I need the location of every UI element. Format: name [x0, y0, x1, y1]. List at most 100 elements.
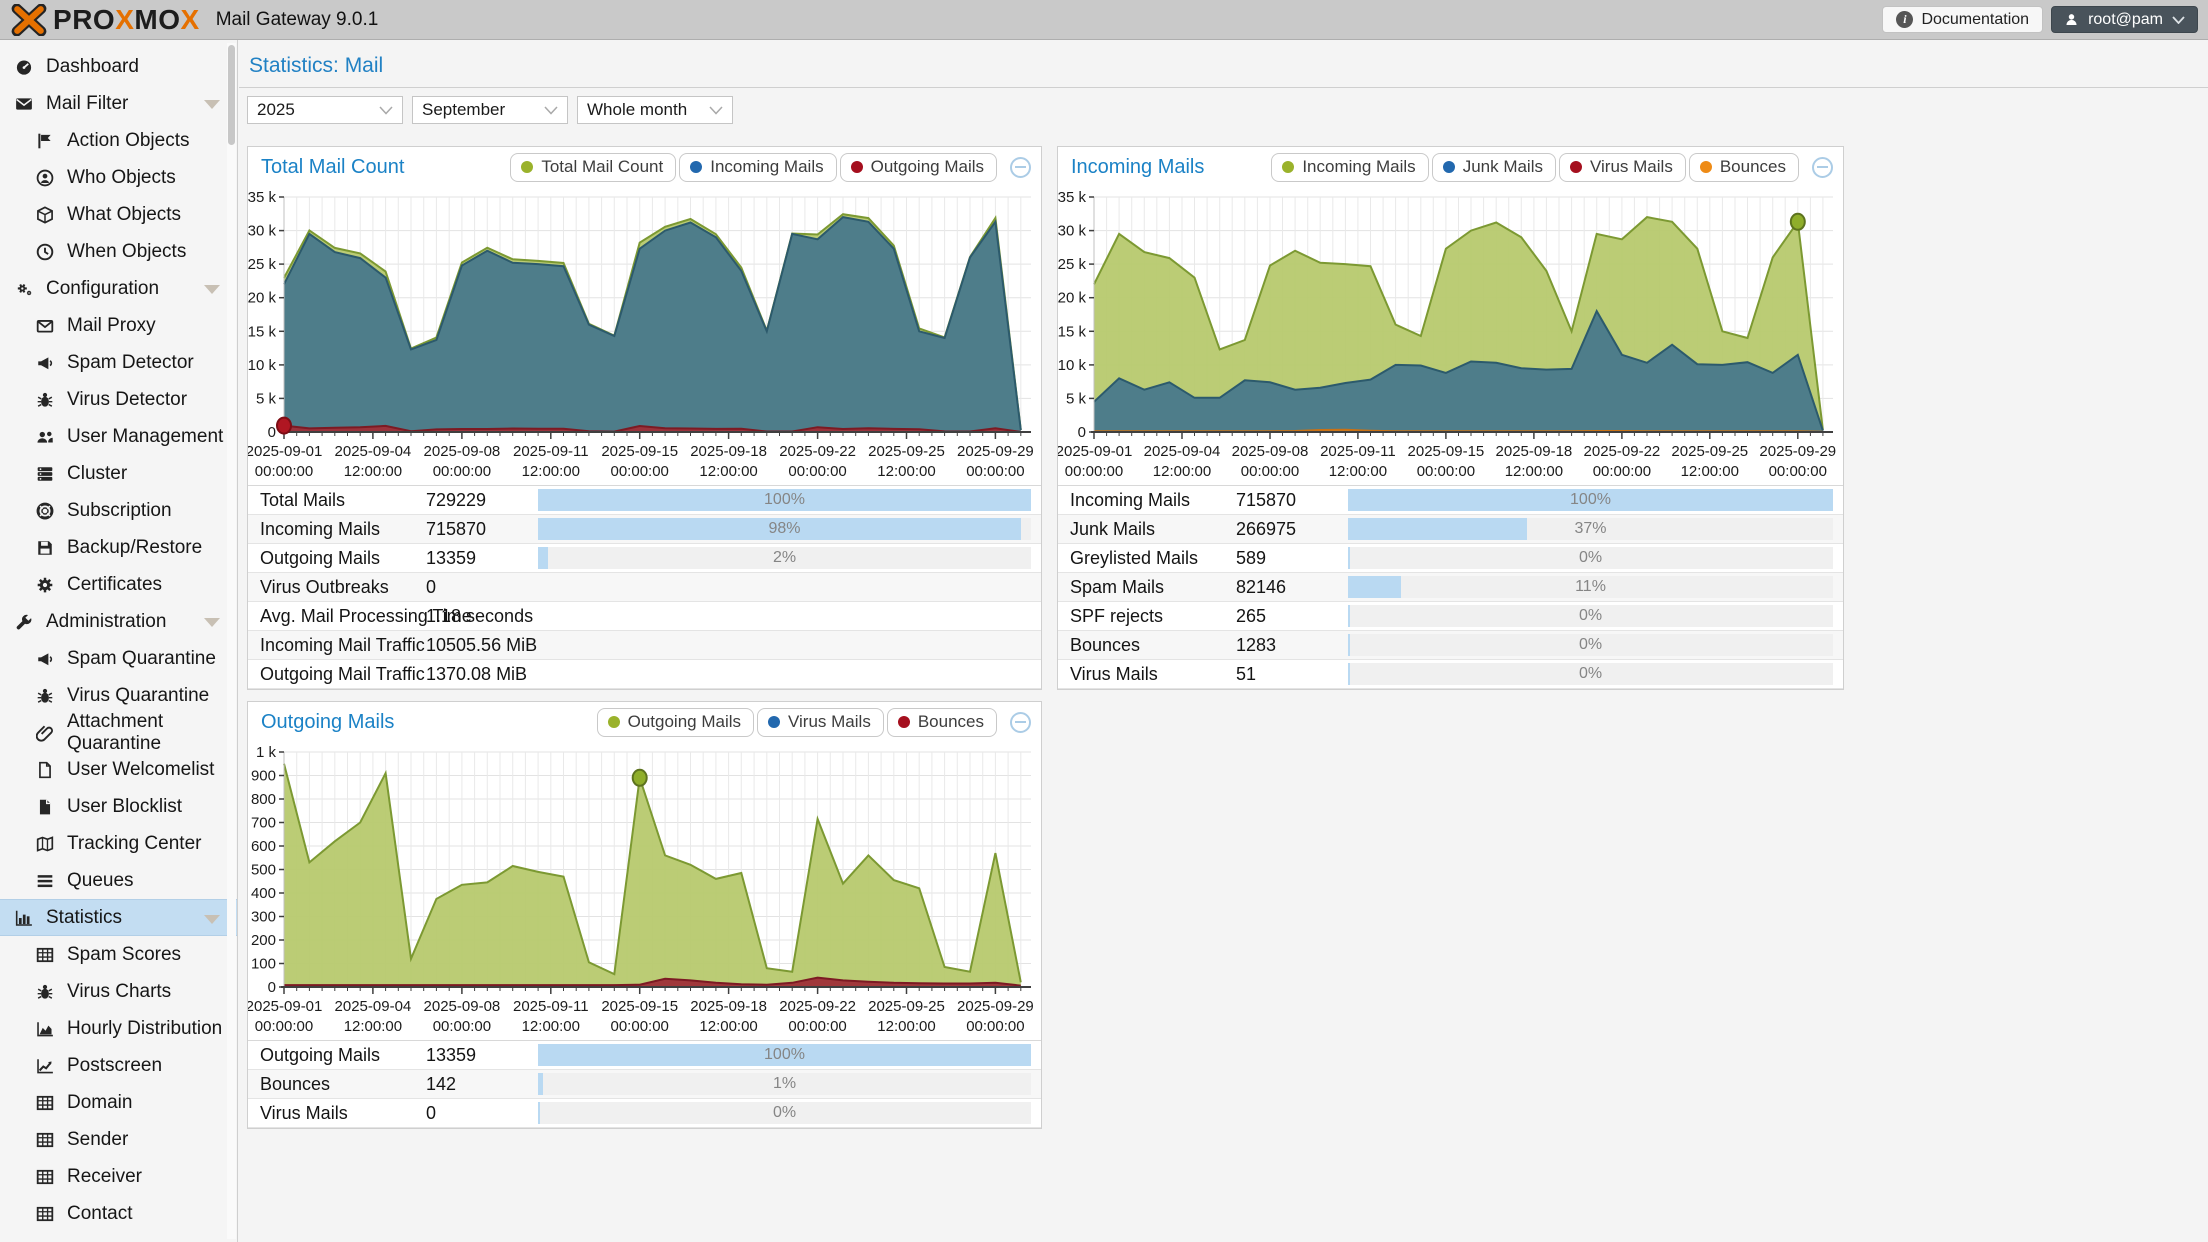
sidebar-item-queues[interactable]: Queues [0, 862, 237, 899]
sidebar-item-receiver[interactable]: Receiver [0, 1158, 237, 1195]
stat-row-incoming-mail-traffic[interactable]: Incoming Mail Traffic 10505.56 MiB [248, 631, 1041, 660]
collapse-panel-icon[interactable] [1010, 712, 1031, 733]
stat-row-bounces[interactable]: Bounces 1283 0% [1058, 631, 1843, 660]
sidebar-item-virus-detector[interactable]: Virus Detector [0, 381, 237, 418]
chevron-down-icon [204, 100, 220, 109]
sidebar-item-sender[interactable]: Sender [0, 1121, 237, 1158]
legend-button-total-mail-count[interactable]: Total Mail Count [510, 153, 676, 182]
sidebar-item-what-objects[interactable]: What Objects [0, 196, 237, 233]
sidebar-item-when-objects[interactable]: When Objects [0, 233, 237, 270]
sidebar-item-dashboard[interactable]: Dashboard [0, 48, 237, 85]
sidebar-item-backup-restore[interactable]: Backup/Restore [0, 529, 237, 566]
sidebar-scrollbar-thumb[interactable] [228, 45, 235, 145]
svg-text:00:00:00: 00:00:00 [1241, 463, 1299, 480]
stat-row-virus-mails[interactable]: Virus Mails 0 0% [248, 1099, 1041, 1128]
stat-row-incoming-mails[interactable]: Incoming Mails 715870 98% [248, 515, 1041, 544]
legend-label: Junk Mails [1463, 157, 1543, 177]
sidebar-item-certificates[interactable]: Certificates [0, 566, 237, 603]
series-dot-icon [768, 716, 780, 728]
svg-text:1 k: 1 k [256, 744, 277, 761]
legend-button-bounces[interactable]: Bounces [1689, 153, 1799, 182]
table-icon [33, 1168, 57, 1186]
sidebar-item-spam-scores[interactable]: Spam Scores [0, 936, 237, 973]
stat-row-total-mails[interactable]: Total Mails 729229 100% [248, 486, 1041, 515]
sidebar-item-postscreen[interactable]: Postscreen [0, 1047, 237, 1084]
sidebar-item-label: Postscreen [67, 1055, 162, 1077]
legend-button-virus-mails[interactable]: Virus Mails [1559, 153, 1686, 182]
stat-row-bounces[interactable]: Bounces 142 1% [248, 1070, 1041, 1099]
sidebar-item-tracking-center[interactable]: Tracking Center [0, 825, 237, 862]
chart-legend: Total Mail Count Incoming Mails Outgoing… [510, 153, 1031, 182]
sidebar-item-attachment-quarantine[interactable]: Attachment Quarantine [0, 714, 237, 751]
sidebar-item-cluster[interactable]: Cluster [0, 455, 237, 492]
legend-button-incoming-mails[interactable]: Incoming Mails [1271, 153, 1428, 182]
sidebar-item-spam-detector[interactable]: Spam Detector [0, 344, 237, 381]
svg-text:00:00:00: 00:00:00 [433, 1018, 491, 1035]
stat-row-virus-mails[interactable]: Virus Mails 51 0% [1058, 660, 1843, 689]
sidebar-item-contact[interactable]: Contact [0, 1195, 237, 1232]
year-select[interactable]: 2025 [247, 96, 403, 124]
outgoing-mails-chart: 01002003004005006007008009001 k2025-09-0… [248, 742, 1041, 1040]
panel-title: Total Mail Count [261, 156, 404, 179]
sidebar-item-statistics[interactable]: Statistics [0, 899, 237, 936]
stat-row-avg-mail-processing-time[interactable]: Avg. Mail Processing Time 1.18 seconds [248, 602, 1041, 631]
svg-text:0: 0 [1078, 424, 1086, 441]
percent-bar: 0% [1348, 663, 1833, 685]
sidebar-item-mail-filter[interactable]: Mail Filter [0, 85, 237, 122]
sidebar-item-virus-charts[interactable]: Virus Charts [0, 973, 237, 1010]
sidebar-item-user-blocklist[interactable]: User Blocklist [0, 788, 237, 825]
stat-value: 82146 [1236, 577, 1348, 598]
sidebar-item-mail-proxy[interactable]: Mail Proxy [0, 307, 237, 344]
stat-row-spf-rejects[interactable]: SPF rejects 265 0% [1058, 602, 1843, 631]
user-menu-button[interactable]: root@pam [2051, 6, 2198, 33]
legend-button-outgoing-mails[interactable]: Outgoing Mails [840, 153, 997, 182]
percent-label: 100% [1348, 489, 1833, 511]
stat-row-incoming-mails[interactable]: Incoming Mails 715870 100% [1058, 486, 1843, 515]
sidebar-item-virus-quarantine[interactable]: Virus Quarantine [0, 677, 237, 714]
sidebar-item-hourly-distribution[interactable]: Hourly Distribution [0, 1010, 237, 1047]
stat-row-outgoing-mails[interactable]: Outgoing Mails 13359 2% [248, 544, 1041, 573]
legend-button-virus-mails[interactable]: Virus Mails [757, 708, 884, 737]
svg-text:2025-09-22: 2025-09-22 [779, 443, 856, 460]
sidebar-item-subscription[interactable]: Subscription [0, 492, 237, 529]
month-select[interactable]: September [412, 96, 568, 124]
stat-value: 1283 [1236, 635, 1348, 656]
collapse-panel-icon[interactable] [1812, 157, 1833, 178]
sidebar-item-spam-quarantine[interactable]: Spam Quarantine [0, 640, 237, 677]
sidebar-item-label: Spam Quarantine [67, 648, 216, 670]
svg-text:12:00:00: 12:00:00 [877, 463, 935, 480]
sidebar-item-action-objects[interactable]: Action Objects [0, 122, 237, 159]
legend-button-incoming-mails[interactable]: Incoming Mails [679, 153, 836, 182]
sidebar-item-who-objects[interactable]: Who Objects [0, 159, 237, 196]
legend-button-bounces[interactable]: Bounces [887, 708, 997, 737]
legend-button-junk-mails[interactable]: Junk Mails [1432, 153, 1556, 182]
sidebar-item-user-management[interactable]: User Management [0, 418, 237, 455]
year-select-value: 2025 [257, 100, 295, 120]
stat-row-outgoing-mails[interactable]: Outgoing Mails 13359 100% [248, 1041, 1041, 1070]
stat-row-outgoing-mail-traffic[interactable]: Outgoing Mail Traffic 1370.08 MiB [248, 660, 1041, 689]
collapse-panel-icon[interactable] [1010, 157, 1031, 178]
legend-button-outgoing-mails[interactable]: Outgoing Mails [597, 708, 754, 737]
svg-text:2025-09-08: 2025-09-08 [424, 998, 501, 1015]
svg-text:0: 0 [268, 424, 276, 441]
svg-text:2025-09-04: 2025-09-04 [335, 998, 412, 1015]
stat-label: Total Mails [248, 490, 426, 511]
svg-text:25 k: 25 k [248, 256, 276, 273]
stat-value: 13359 [426, 1045, 538, 1066]
range-select[interactable]: Whole month [577, 96, 733, 124]
stat-row-spam-mails[interactable]: Spam Mails 82146 11% [1058, 573, 1843, 602]
svg-text:00:00:00: 00:00:00 [255, 1018, 313, 1035]
legend-label: Outgoing Mails [628, 712, 741, 732]
sidebar-item-user-welcomelist[interactable]: User Welcomelist [0, 751, 237, 788]
sidebar-item-configuration[interactable]: Configuration [0, 270, 237, 307]
info-icon: i [1896, 11, 1913, 28]
sidebar-item-domain[interactable]: Domain [0, 1084, 237, 1121]
sidebar-item-administration[interactable]: Administration [0, 603, 237, 640]
stat-row-greylisted-mails[interactable]: Greylisted Mails 589 0% [1058, 544, 1843, 573]
svg-text:12:00:00: 12:00:00 [699, 463, 757, 480]
svg-text:0: 0 [268, 979, 276, 996]
svg-text:00:00:00: 00:00:00 [966, 463, 1024, 480]
documentation-button[interactable]: i Documentation [1882, 6, 2043, 33]
stat-row-junk-mails[interactable]: Junk Mails 266975 37% [1058, 515, 1843, 544]
stat-row-virus-outbreaks[interactable]: Virus Outbreaks 0 [248, 573, 1041, 602]
